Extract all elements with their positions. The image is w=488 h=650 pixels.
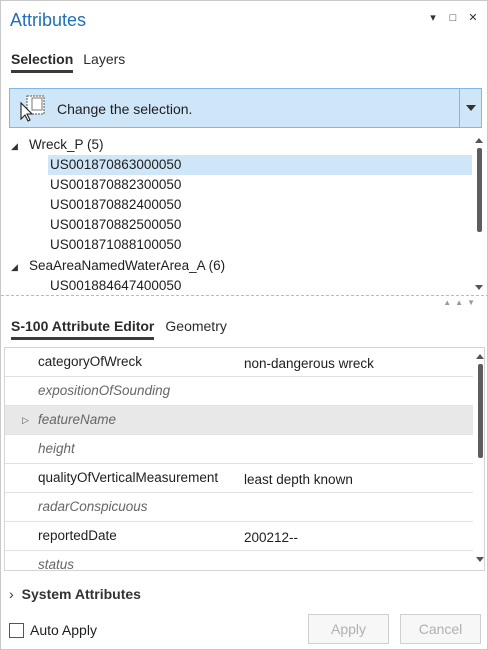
attribute-scrollbar[interactable] [474, 348, 485, 570]
restore-icon[interactable]: □ [447, 12, 459, 24]
attribute-row[interactable]: categoryOfWreck non-dangerous wreck [5, 348, 473, 377]
tree-group-seaarea[interactable]: ◢ SeaAreaNamedWaterArea_A (6) [11, 256, 225, 276]
attribute-name: expositionOfSounding [38, 383, 171, 398]
chevron-right-icon[interactable]: › [9, 586, 14, 602]
tab-geometry[interactable]: Geometry [165, 318, 226, 340]
tree-item[interactable]: US001870863000050 [48, 155, 472, 175]
attribute-row[interactable]: radarConspicuous [5, 493, 473, 522]
change-selection-bar[interactable]: Change the selection. [9, 88, 482, 128]
chevron-down-icon [465, 105, 476, 111]
tree-scrollbar[interactable] [473, 134, 485, 294]
attribute-name: radarConspicuous [38, 499, 148, 514]
tree-item[interactable]: US001870882500050 [48, 215, 472, 235]
window-controls: ▾ □ ✕ [427, 11, 479, 25]
attribute-row[interactable]: status [5, 551, 473, 571]
system-attributes-section[interactable]: › System Attributes [9, 586, 141, 602]
selection-tree: ◢ Wreck_P (5) US001870863000050 US0018708… [1, 134, 488, 294]
tree-item[interactable]: US001870882300050 [48, 175, 472, 195]
pane-title: Attributes [10, 10, 87, 30]
scroll-down-icon[interactable] [474, 556, 485, 564]
close-icon[interactable]: ✕ [467, 11, 479, 24]
attribute-row[interactable]: expositionOfSounding [5, 377, 473, 406]
attribute-table: categoryOfWreck non-dangerous wreck expo… [4, 347, 485, 571]
auto-apply-toggle[interactable]: Auto Apply [9, 622, 97, 638]
system-attributes-label: System Attributes [21, 586, 141, 602]
bottom-tabs: S-100 Attribute Editor Geometry [11, 318, 227, 340]
tree-item[interactable]: US001870882400050 [48, 195, 472, 215]
attribute-value[interactable]: 200212-- [244, 530, 298, 545]
tree-item[interactable]: US001884647400050 [48, 276, 472, 296]
tree-group-label: Wreck_P (5) [29, 137, 104, 152]
attribute-row[interactable]: ▷ featureName [5, 406, 473, 435]
tree-group-label: SeaAreaNamedWaterArea_A (6) [29, 258, 226, 273]
top-tabs: Selection Layers [11, 51, 125, 73]
attribute-name: status [38, 557, 75, 571]
expand-caret-icon[interactable]: ▷ [22, 415, 29, 426]
attribute-name: categoryOfWreck [38, 354, 143, 369]
attribute-name: qualityOfVerticalMeasurement [38, 470, 219, 485]
tree-item[interactable]: US001871088100050 [48, 235, 472, 255]
attribute-name: height [38, 441, 75, 456]
collapse-caret-icon[interactable]: ◢ [11, 257, 23, 277]
attribute-value[interactable]: least depth known [244, 472, 353, 487]
auto-apply-checkbox[interactable] [9, 622, 24, 638]
attribute-row[interactable]: height [5, 435, 473, 464]
scroll-up-icon[interactable] [474, 352, 485, 360]
scroll-up-icon[interactable] [473, 136, 485, 144]
title-bar: Attributes ▾ □ ✕ [1, 1, 488, 41]
select-cursor-icon [20, 95, 45, 122]
tree-scroll-thumb[interactable] [477, 148, 482, 232]
selection-bar-text: Change the selection. [57, 101, 193, 117]
cancel-button[interactable]: Cancel [400, 614, 481, 644]
tab-s100-attribute-editor[interactable]: S-100 Attribute Editor [11, 318, 155, 340]
tree-group-wreck[interactable]: ◢ Wreck_P (5) [11, 135, 104, 155]
apply-button[interactable]: Apply [308, 614, 389, 644]
pane-menu-icon[interactable]: ▾ [427, 11, 439, 24]
tab-layers[interactable]: Layers [83, 51, 125, 73]
attribute-scroll-thumb[interactable] [478, 364, 483, 458]
selection-dropdown-button[interactable] [459, 89, 481, 127]
collapse-caret-icon[interactable]: ◢ [11, 136, 23, 156]
attribute-name: featureName [38, 412, 117, 427]
scroll-down-icon[interactable] [473, 284, 485, 292]
attribute-value[interactable]: non-dangerous wreck [244, 356, 374, 371]
attribute-row[interactable]: reportedDate 200212-- [5, 522, 473, 551]
splitter-arrows-icon[interactable]: ▲▲▼ [443, 298, 479, 307]
attributes-pane: Attributes ▾ □ ✕ Selection Layers Change… [0, 0, 488, 650]
tab-selection[interactable]: Selection [11, 51, 74, 73]
auto-apply-label: Auto Apply [30, 622, 97, 638]
pane-splitter[interactable] [1, 295, 488, 305]
attribute-row[interactable]: qualityOfVerticalMeasurement least depth… [5, 464, 473, 493]
attribute-name: reportedDate [38, 528, 117, 543]
